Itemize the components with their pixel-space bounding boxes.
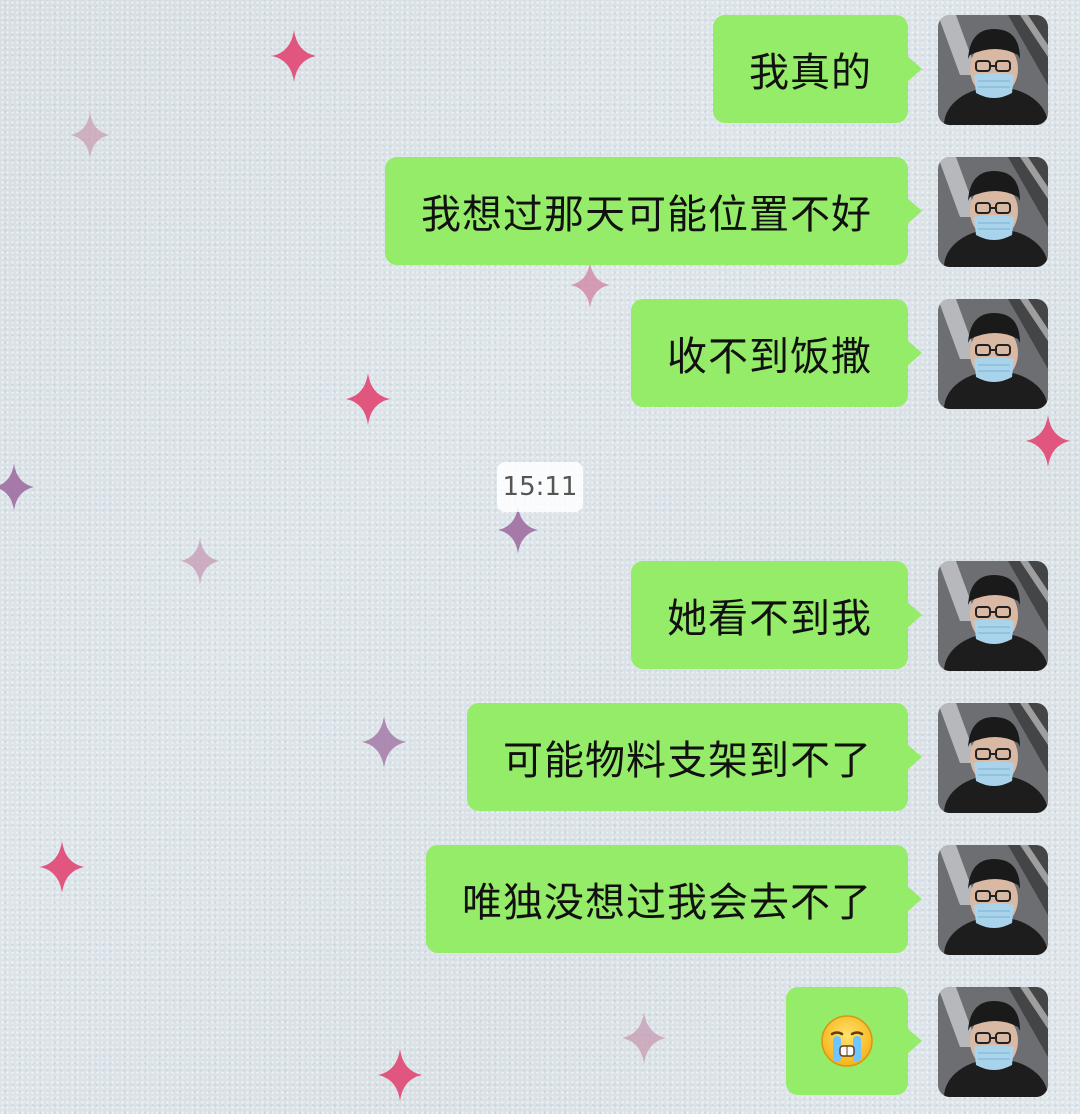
sparkle-icon <box>622 1012 666 1064</box>
avatar[interactable] <box>938 561 1048 671</box>
sparkle-icon <box>570 262 610 308</box>
avatar[interactable] <box>938 299 1048 409</box>
message-text: 我真的 <box>749 50 872 96</box>
sparkle-icon <box>180 538 220 584</box>
message-bubble[interactable]: 我真的 <box>713 15 922 123</box>
sparkle-icon <box>70 112 110 158</box>
message-text: 收不到饭撒 <box>667 334 872 380</box>
message-bubble[interactable]: 收不到饭撒 <box>631 299 922 407</box>
message-bubble[interactable]: 可能物料支架到不了 <box>467 703 922 811</box>
message-bubble[interactable]: 唯独没想过我会去不了 <box>426 845 922 953</box>
sparkle-icon <box>40 841 84 893</box>
message-text: 可能物料支架到不了 <box>503 738 872 784</box>
message-text: 我想过那天可能位置不好 <box>421 192 872 238</box>
message-row <box>786 987 1048 1097</box>
message-bubble[interactable]: 我想过那天可能位置不好 <box>385 157 922 265</box>
message-row: 可能物料支架到不了 <box>467 703 1048 813</box>
sparkle-icon <box>362 716 406 768</box>
message-bubble[interactable]: 她看不到我 <box>631 561 922 669</box>
message-bubble[interactable] <box>786 987 922 1095</box>
crying-face-emoji-icon <box>821 1015 873 1067</box>
avatar[interactable] <box>938 15 1048 125</box>
message-row: 我真的 <box>713 15 1048 125</box>
sparkle-icon <box>498 506 538 554</box>
sparkle-icon <box>378 1049 422 1101</box>
avatar[interactable] <box>938 987 1048 1097</box>
message-row: 她看不到我 <box>631 561 1048 671</box>
sparkle-icon <box>272 30 316 82</box>
message-timestamp: 15:11 <box>497 462 583 512</box>
message-row: 唯独没想过我会去不了 <box>426 845 1048 955</box>
message-text: 她看不到我 <box>667 596 872 642</box>
avatar[interactable] <box>938 845 1048 955</box>
sparkle-icon <box>0 463 34 511</box>
message-text: 唯独没想过我会去不了 <box>462 880 872 926</box>
sparkle-icon <box>1026 415 1070 467</box>
avatar[interactable] <box>938 157 1048 267</box>
avatar[interactable] <box>938 703 1048 813</box>
sparkle-icon <box>346 373 390 425</box>
message-row: 我想过那天可能位置不好 <box>385 157 1048 267</box>
message-row: 收不到饭撒 <box>631 299 1048 409</box>
